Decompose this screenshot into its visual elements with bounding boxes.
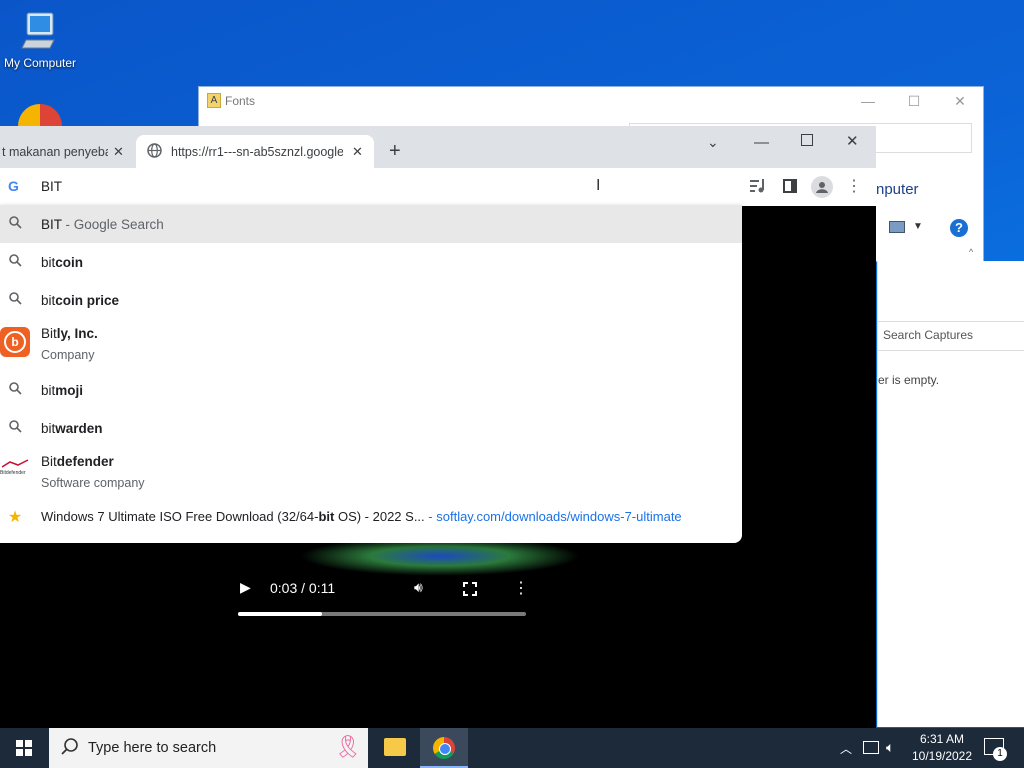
- maximize-button[interactable]: [801, 134, 813, 146]
- clock[interactable]: 6:31 AM 10/19/2022: [910, 732, 974, 763]
- taskbar: Type here to search 🎗︎ ︿ 🔈︎ 6:31 AM 10/1…: [0, 728, 1024, 768]
- play-icon[interactable]: ▶: [240, 579, 251, 596]
- search-icon: [6, 254, 24, 270]
- new-tab-icon[interactable]: +: [389, 140, 401, 163]
- help-icon[interactable]: ?: [950, 219, 968, 237]
- video-more-icon[interactable]: ⋮: [513, 578, 529, 598]
- chrome-desktop-icon[interactable]: [18, 104, 62, 126]
- clock-time: 6:31 AM: [919, 732, 965, 746]
- star-icon: ★: [7, 509, 23, 526]
- suggestion-bitdefender[interactable]: Bitdefender Bitdefender Software company: [0, 447, 742, 499]
- video-time: 0:03 / 0:11: [270, 580, 336, 596]
- windows-start-icon[interactable]: [16, 740, 32, 759]
- desktop-icon-label: My Computer: [3, 56, 77, 70]
- suggestion-bitly[interactable]: b Bitly, Inc. Company: [0, 319, 742, 371]
- omnibox-dropdown: BIT - Google Search bitcoin bitcoin pric…: [0, 205, 742, 543]
- network-icon[interactable]: [863, 741, 879, 754]
- suggestion-bitcoin-price[interactable]: bitcoin price: [0, 281, 742, 319]
- suggestion-bookmark-windows7[interactable]: ★ Windows 7 Ultimate ISO Free Download (…: [0, 499, 742, 533]
- globe-icon: [147, 142, 162, 161]
- speaker-icon[interactable]: 🔈︎: [886, 739, 894, 756]
- close-button[interactable]: ✕: [846, 132, 859, 150]
- search-icon: [6, 420, 24, 436]
- desktop-icon-my-computer[interactable]: My Computer: [0, 10, 80, 70]
- fonts-minimize-button[interactable]: —: [845, 87, 891, 115]
- video-progress-track[interactable]: [238, 612, 526, 616]
- notification-badge: 1: [993, 747, 1007, 761]
- tab-close-icon[interactable]: ✕: [113, 144, 124, 160]
- view-dropdown-icon[interactable]: ▼: [913, 221, 923, 232]
- suggestion-bitcoin[interactable]: bitcoin: [0, 243, 742, 281]
- bitly-logo-icon: b: [0, 327, 30, 357]
- fonts-heading: nputer: [876, 181, 919, 198]
- video-progress-fill: [238, 612, 322, 616]
- captures-panel: Search Captures er is empty.: [877, 261, 1024, 727]
- tab-video-active[interactable]: https://rr1---sn-ab5sznzl.googlev ✕: [136, 135, 374, 168]
- search-icon: [6, 292, 24, 308]
- profile-icon[interactable]: [811, 176, 833, 198]
- suggestion-google-search[interactable]: BIT - Google Search: [0, 205, 742, 243]
- tab-strip: t makanan penyeba ✕ https://rr1---sn-ab5…: [0, 126, 876, 168]
- empty-message: er is empty.: [878, 373, 940, 387]
- clock-date: 10/19/2022: [911, 749, 973, 763]
- fonts-window-title: Fonts: [225, 93, 256, 108]
- menu-icon[interactable]: ⋮: [844, 176, 864, 196]
- chrome-taskbar-button[interactable]: [420, 728, 468, 768]
- google-g-icon: G: [8, 178, 19, 194]
- tab-makanan[interactable]: t makanan penyeba ✕: [0, 135, 134, 168]
- search-icon: [6, 382, 24, 398]
- pink-ribbon-icon: 🎗︎: [334, 734, 362, 759]
- volume-icon[interactable]: 🔊︎: [414, 579, 423, 596]
- bitdefender-logo-icon: Bitdefender: [0, 459, 30, 481]
- fonts-close-button[interactable]: ✕: [937, 87, 983, 115]
- minimize-button[interactable]: —: [754, 134, 769, 151]
- tray-chevron-icon[interactable]: ︿: [840, 740, 852, 757]
- text-cursor-icon: I: [596, 177, 601, 194]
- computer-icon: [21, 12, 55, 49]
- search-icon: [6, 216, 24, 232]
- fonts-folder-icon: A: [207, 93, 221, 108]
- search-captures-input[interactable]: Search Captures: [883, 328, 973, 342]
- taskbar-search[interactable]: Type here to search 🎗︎: [49, 728, 368, 768]
- suggestion-bitwarden[interactable]: bitwarden: [0, 409, 742, 447]
- tab-search-icon[interactable]: ⌄: [707, 134, 719, 151]
- side-panel-icon[interactable]: [780, 176, 800, 196]
- suggestion-bitmoji[interactable]: bitmoji: [0, 371, 742, 409]
- taskbar-search-placeholder: Type here to search: [88, 740, 217, 756]
- fullscreen-icon[interactable]: [463, 582, 477, 599]
- omnibox-bar: G BIT I: [0, 168, 876, 206]
- fonts-maximize-button[interactable]: ☐: [891, 87, 937, 115]
- file-explorer-icon[interactable]: [384, 738, 406, 756]
- media-control-icon[interactable]: [748, 176, 768, 196]
- scroll-up-icon[interactable]: ^: [969, 247, 973, 257]
- omnibox-input[interactable]: BIT: [41, 179, 62, 194]
- search-icon: [61, 738, 79, 759]
- view-icon[interactable]: [889, 221, 905, 233]
- tab-close-icon[interactable]: ✕: [352, 144, 363, 160]
